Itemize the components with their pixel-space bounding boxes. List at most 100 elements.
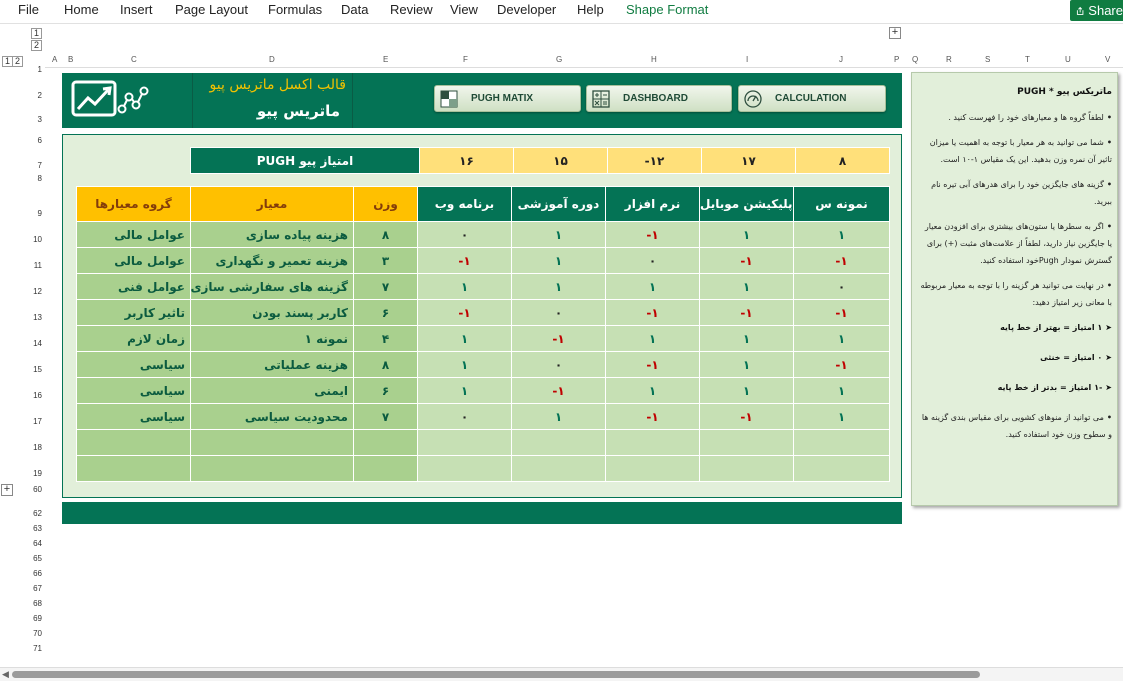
score-cell[interactable]: -۱ <box>605 221 700 248</box>
expand-columns-button[interactable]: + <box>889 27 901 39</box>
header-option[interactable]: اپلیکیشن موبایل <box>699 186 794 222</box>
row-header[interactable]: 13 <box>33 313 42 322</box>
criterion-cell[interactable] <box>190 455 354 482</box>
score-cell[interactable]: -۱ <box>699 247 794 274</box>
weight-cell[interactable]: ۷ <box>353 403 418 430</box>
row-header[interactable]: 65 <box>33 554 42 563</box>
score-cell[interactable]: ۰ <box>511 351 606 378</box>
row-header[interactable]: 3 <box>38 115 42 124</box>
row-header[interactable]: 69 <box>33 614 42 623</box>
score-cell[interactable]: -۱ <box>511 325 606 352</box>
score-cell[interactable]: ۱ <box>511 273 606 300</box>
column-header[interactable]: G <box>556 55 562 64</box>
dashboard-button[interactable]: DASHBOARD <box>586 85 732 112</box>
row-header[interactable]: 18 <box>33 443 42 452</box>
score-cell[interactable]: ۱ <box>605 377 700 404</box>
score-cell[interactable]: ۱۶ <box>419 147 514 174</box>
column-header[interactable]: P <box>894 55 899 64</box>
group-cell[interactable]: تاثیر کاربر <box>76 299 191 326</box>
header-option[interactable]: برنامه وب <box>417 186 512 222</box>
group-cell[interactable]: عوامل فنی <box>76 273 191 300</box>
score-cell[interactable]: ۱ <box>699 377 794 404</box>
score-cell[interactable]: -۱ <box>417 247 512 274</box>
row-header[interactable]: 60 <box>33 485 42 494</box>
score-cell[interactable]: ۱ <box>417 273 512 300</box>
row-header[interactable]: 14 <box>33 339 42 348</box>
score-cell[interactable]: -۱۲ <box>607 147 702 174</box>
weight-cell[interactable]: ۸ <box>353 351 418 378</box>
score-cell[interactable]: ۱ <box>417 351 512 378</box>
row-header[interactable]: 10 <box>33 235 42 244</box>
row-header[interactable]: 6 <box>38 136 42 145</box>
group-cell[interactable]: سیاسی <box>76 377 191 404</box>
score-cell[interactable]: ۸ <box>795 147 890 174</box>
row-header[interactable]: 1 <box>38 65 42 74</box>
criterion-cell[interactable]: گزینه های سفارشی سازی <box>190 273 354 300</box>
score-cell[interactable]: ۰ <box>511 299 606 326</box>
score-cell[interactable]: ۱۵ <box>513 147 608 174</box>
criterion-cell[interactable]: نمونه ۱ <box>190 325 354 352</box>
weight-cell[interactable]: ۶ <box>353 377 418 404</box>
weight-cell[interactable]: ۳ <box>353 247 418 274</box>
column-header[interactable]: J <box>839 55 843 64</box>
score-cell[interactable]: -۱ <box>793 247 890 274</box>
criterion-cell[interactable]: کاربر پسند بودن <box>190 299 354 326</box>
column-header[interactable]: E <box>383 55 388 64</box>
weight-cell[interactable] <box>353 455 418 482</box>
column-header[interactable]: U <box>1065 55 1071 64</box>
score-cell[interactable]: ۱ <box>605 273 700 300</box>
column-header[interactable]: R <box>946 55 952 64</box>
score-cell[interactable]: ۱ <box>793 325 890 352</box>
score-cell[interactable]: ۱ <box>511 403 606 430</box>
score-cell[interactable]: ۱ <box>417 325 512 352</box>
group-cell[interactable]: عوامل مالی <box>76 247 191 274</box>
column-header[interactable]: I <box>746 55 748 64</box>
score-cell[interactable]: -۱ <box>793 299 890 326</box>
header-option[interactable]: نرم افزار <box>605 186 700 222</box>
score-cell[interactable] <box>793 429 890 456</box>
column-header[interactable]: D <box>269 55 275 64</box>
tab-page-layout[interactable]: Page Layout <box>175 2 248 17</box>
column-header[interactable]: A <box>52 55 57 64</box>
row-header[interactable]: 2 <box>38 91 42 100</box>
score-cell[interactable] <box>605 429 700 456</box>
tab-formulas[interactable]: Formulas <box>268 2 322 17</box>
row-header[interactable]: 63 <box>33 524 42 533</box>
column-header[interactable]: F <box>463 55 468 64</box>
group-cell[interactable] <box>76 429 191 456</box>
score-cell[interactable]: ۱ <box>699 273 794 300</box>
share-button[interactable]: Share <box>1070 0 1123 21</box>
column-header[interactable]: T <box>1025 55 1030 64</box>
score-cell[interactable]: ۰ <box>417 221 512 248</box>
group-cell[interactable]: سیاسی <box>76 351 191 378</box>
score-cell[interactable]: -۱ <box>605 403 700 430</box>
score-cell[interactable] <box>605 455 700 482</box>
score-cell[interactable]: ۰ <box>605 247 700 274</box>
score-cell[interactable]: ۱ <box>699 351 794 378</box>
score-cell[interactable]: ۱ <box>793 221 890 248</box>
criterion-cell[interactable]: هزینه تعمیر و نگهداری <box>190 247 354 274</box>
score-cell[interactable]: -۱ <box>605 351 700 378</box>
score-cell[interactable] <box>511 429 606 456</box>
calculation-button[interactable]: CALCULATION <box>738 85 886 112</box>
score-cell[interactable]: -۱ <box>699 299 794 326</box>
criterion-cell[interactable]: هزینه پیاده سازی <box>190 221 354 248</box>
row-header[interactable]: 12 <box>33 287 42 296</box>
score-cell[interactable]: ۱ <box>699 221 794 248</box>
row-header[interactable]: 11 <box>34 261 42 270</box>
weight-cell[interactable]: ۴ <box>353 325 418 352</box>
score-cell[interactable]: ۰ <box>417 403 512 430</box>
score-cell[interactable] <box>417 429 512 456</box>
tab-home[interactable]: Home <box>64 2 99 17</box>
criterion-cell[interactable]: ایمنی <box>190 377 354 404</box>
row-header[interactable]: 67 <box>33 584 42 593</box>
weight-cell[interactable]: ۸ <box>353 221 418 248</box>
criterion-cell[interactable]: محدودیت سیاسی <box>190 403 354 430</box>
weight-cell[interactable] <box>353 429 418 456</box>
score-cell[interactable]: -۱ <box>511 377 606 404</box>
tab-file[interactable]: File <box>18 2 39 17</box>
tab-shape-format[interactable]: Shape Format <box>626 2 708 17</box>
header-option[interactable]: نمونه س <box>793 186 890 222</box>
column-header[interactable]: C <box>131 55 137 64</box>
row-header[interactable]: 9 <box>38 209 42 218</box>
